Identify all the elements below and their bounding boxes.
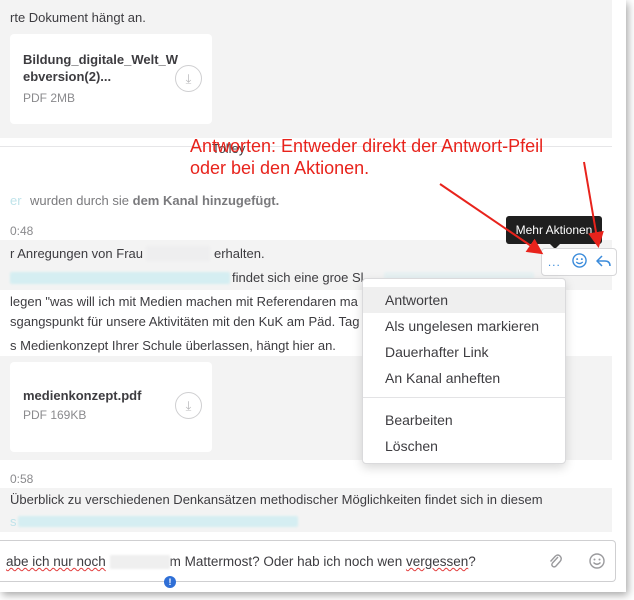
window: rte Dokument hängt an. Bildung_digitale_… (0, 0, 626, 592)
redacted-input (109, 555, 170, 570)
message-input[interactable]: abe ich nur noch m Mattermost? Oder hab … (0, 540, 616, 582)
attach-button[interactable] (548, 552, 562, 575)
emoji-picker-button[interactable] (589, 553, 605, 574)
paperclip-icon (548, 554, 562, 574)
input-text-b: m Mattermost? Oder hab ich noch wen (169, 554, 403, 569)
input-text-c: vergessen (405, 554, 469, 569)
input-text-a: abe ich nur noch (6, 554, 106, 569)
info-icon: ! (164, 576, 176, 588)
smiley-icon (589, 553, 605, 573)
annotation-arrows (439, 161, 604, 255)
message-input-text: abe ich nur noch m Mattermost? Oder hab … (6, 554, 476, 570)
input-text-d: ? (468, 554, 476, 569)
